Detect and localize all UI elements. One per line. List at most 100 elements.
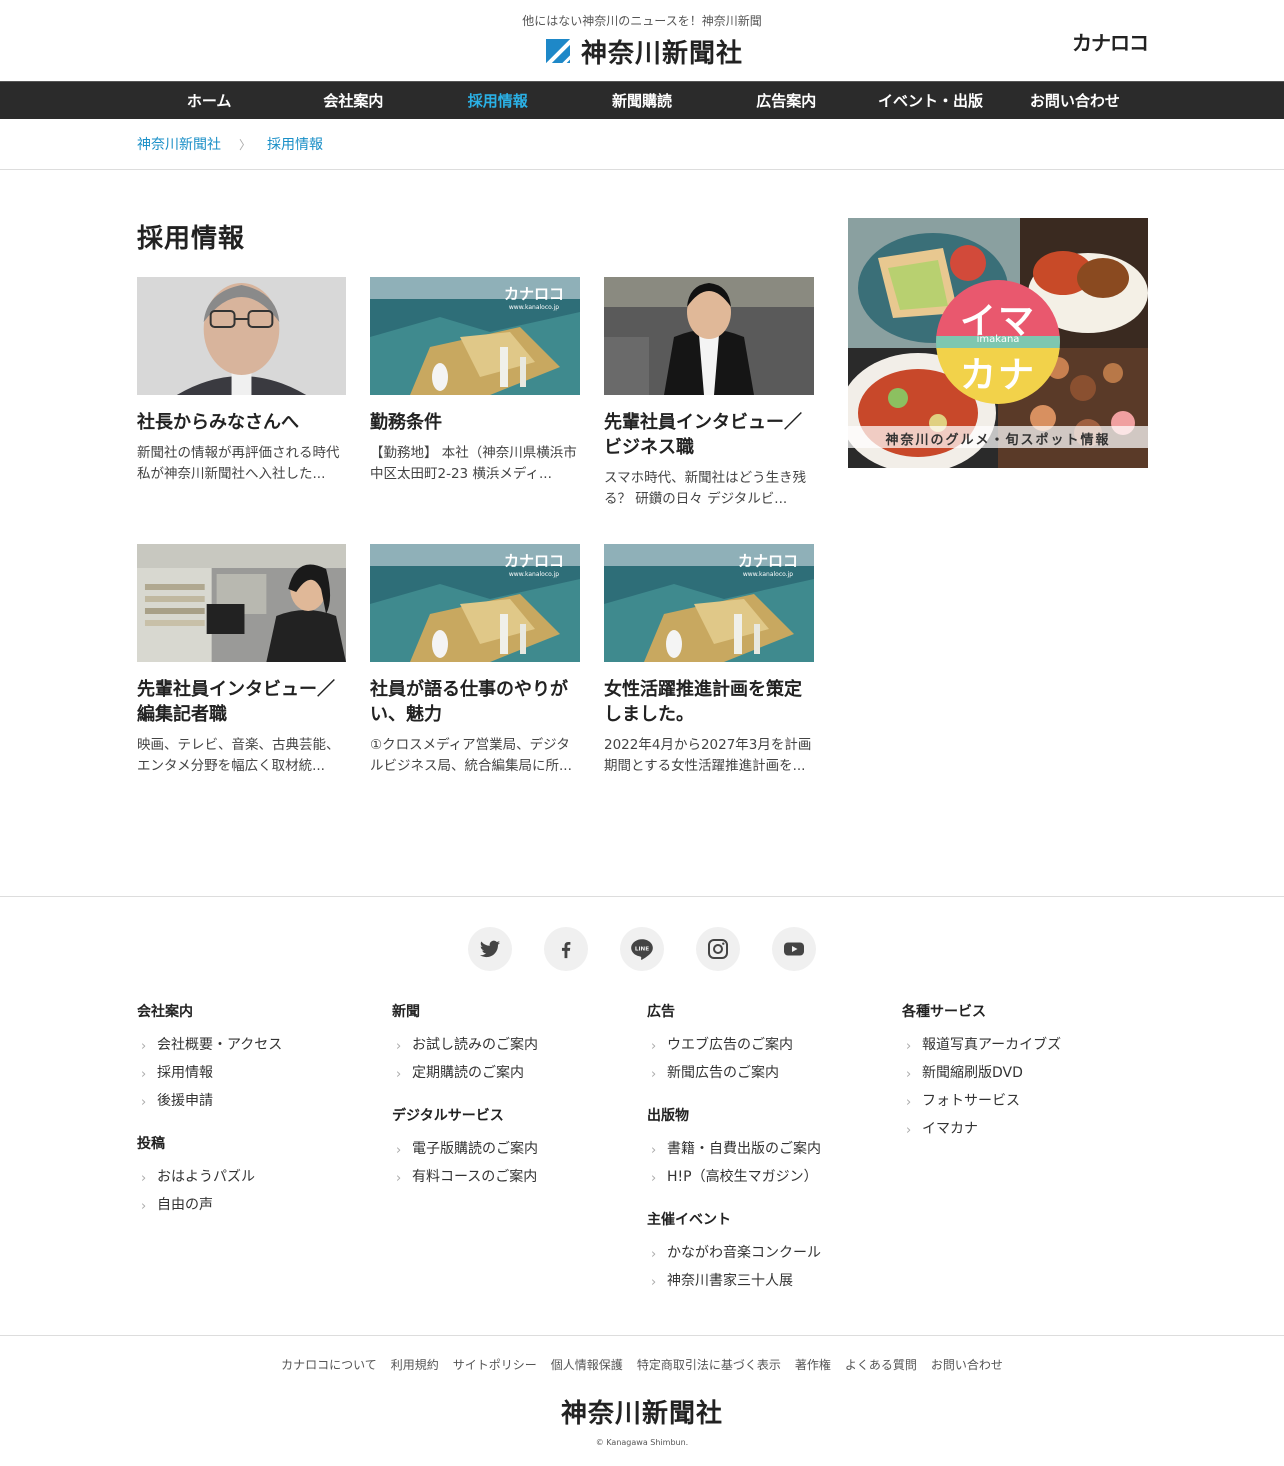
footer-link[interactable]: 書籍・自費出版のご案内 xyxy=(647,1135,902,1165)
footer-link[interactable]: 会社概要・アクセス xyxy=(137,1031,392,1061)
card-grid: 社長からみなさんへ新聞社の情報が再評価される時代 私が神奈川新聞社へ入社した..… xyxy=(137,277,814,777)
card-thumbnail: カナロコ www.kanaloco.jp xyxy=(370,544,580,662)
kanaloco-logo[interactable]: カナロコ xyxy=(1072,27,1149,56)
recruit-card[interactable]: 先輩社員インタビュー／ビジネス職 スマホ時代、新聞社はどう生き残る？ 研鑽の日々 … xyxy=(604,277,814,510)
footer-link[interactable]: 有料コースのご案内 xyxy=(392,1163,647,1193)
breadcrumb-home[interactable]: 神奈川新聞社 xyxy=(137,134,221,154)
footer-link[interactable]: 後援申請 xyxy=(137,1087,392,1117)
footer-heading: 新聞 xyxy=(392,1004,420,1020)
city-aerial-photo: カナロコwww.kanaloco.jp xyxy=(604,544,814,662)
recruit-card[interactable]: 社長からみなさんへ新聞社の情報が再評価される時代 私が神奈川新聞社へ入社した..… xyxy=(137,277,346,510)
card-title: 先輩社員インタビュー／編集記者職 xyxy=(137,679,335,725)
footer-link[interactable]: 電子版購読のご案内 xyxy=(392,1135,647,1165)
footer-bottom-link[interactable]: お問い合わせ xyxy=(931,1356,1003,1373)
footer-link[interactable]: 定期購読のご案内 xyxy=(392,1059,647,1089)
instagram-button[interactable] xyxy=(696,927,740,971)
footer-group: 投稿おはようパズル自由の声 xyxy=(137,1133,392,1221)
nav-item[interactable]: ホーム xyxy=(137,82,281,119)
president-portrait-photo xyxy=(137,277,346,395)
footer-link[interactable]: イマカナ xyxy=(902,1115,1157,1145)
footer-group: 出版物書籍・自費出版のご案内H!P（高校生マガジン） xyxy=(647,1105,902,1193)
footer-link[interactable]: 神奈川書家三十人展 xyxy=(647,1267,902,1297)
footer-link[interactable]: 新聞広告のご案内 xyxy=(647,1059,902,1089)
footer-column: 会社案内会社概要・アクセス採用情報後援申請投稿おはようパズル自由の声 xyxy=(137,1001,392,1313)
footer-heading: 広告 xyxy=(647,1004,675,1020)
card-thumbnail xyxy=(604,277,814,395)
footer-link[interactable]: フォトサービス xyxy=(902,1087,1157,1117)
footer-link[interactable]: かながわ音楽コンクール xyxy=(647,1239,902,1269)
chevron-right-icon: 〉 xyxy=(239,137,252,152)
footer-link[interactable]: 報道写真アーカイブズ xyxy=(902,1031,1157,1061)
footer-group: 会社案内会社概要・アクセス採用情報後援申請 xyxy=(137,1001,392,1117)
newsroom-photo xyxy=(137,544,346,662)
footer-link[interactable]: おはようパズル xyxy=(137,1163,392,1193)
footer-link[interactable]: お試し読みのご案内 xyxy=(392,1031,647,1061)
footer-group: 主催イベントかながわ音楽コンクール神奈川書家三十人展 xyxy=(647,1209,902,1297)
main-area: 採用情報 社長からみなさんへ 新聞社の情報が再評価される時代 私が神奈川新聞社へ入… xyxy=(0,170,1284,896)
footer-column: 各種サービス報道写真アーカイブズ新聞縮刷版DVDフォトサービスイマカナ xyxy=(902,1001,1157,1313)
city-aerial-photo: カナロコwww.kanaloco.jp xyxy=(370,277,580,395)
facebook-icon xyxy=(561,941,571,959)
site-logo[interactable]: 神奈川新聞社 xyxy=(546,37,743,69)
card-description: 2022年4月から2027年3月を計画期間とする女性活躍推進計画を... xyxy=(604,737,812,774)
imakana-banner[interactable]: イマ imakana カナ 神奈川のグルメ・旬スポット情報 xyxy=(848,218,1148,468)
line-button[interactable]: LINE xyxy=(620,927,664,971)
card-description: 新聞社の情報が再評価される時代 私が神奈川新聞社へ入社した... xyxy=(137,445,340,482)
recruit-card[interactable]: カナロコ www.kanaloco.jp 勤務条件 【勤務地】 本社（神奈川県横浜市中… xyxy=(370,277,580,510)
footer-group: 新聞お試し読みのご案内定期購読のご案内 xyxy=(392,1001,647,1089)
footer-bottom-link[interactable]: 特定商取引法に基づく表示 xyxy=(637,1356,781,1373)
card-title: 先輩社員インタビュー／ビジネス職 xyxy=(604,412,802,458)
nav-item[interactable]: イベント・出版 xyxy=(858,82,1002,119)
card-description: ①クロスメディア営業局、デジタルビジネス局、統合編集局に所... xyxy=(370,737,572,774)
thumb-url: www.kanaloco.jp xyxy=(743,571,793,578)
footer-logo[interactable]: 神奈川新聞社 xyxy=(0,1393,1284,1430)
footer-heading: 出版物 xyxy=(647,1108,689,1124)
breadcrumb-current[interactable]: 採用情報 xyxy=(267,134,323,154)
footer-bottom-link[interactable]: よくある質問 xyxy=(845,1356,917,1373)
twitter-button[interactable] xyxy=(468,927,512,971)
imakana-sub: imakana xyxy=(976,334,1020,345)
logo-text: 神奈川新聞社 xyxy=(581,38,744,69)
recruit-card[interactable]: 先輩社員インタビュー／編集記者職映画、テレビ、音楽、古典芸能、エンタメ分野を幅広… xyxy=(137,544,346,777)
instagram-icon xyxy=(708,939,728,959)
card-thumbnail: カナロコ www.kanaloco.jp xyxy=(604,544,814,662)
site-header: 他にはない神奈川のニュースを！神奈川新聞 神奈川新聞社 カナロコ xyxy=(0,0,1284,81)
thumb-watermark: カナロコ xyxy=(504,552,564,570)
footer-bottom-link[interactable]: カナロコについて xyxy=(281,1356,377,1373)
global-nav: ホーム 会社案内 採用情報 新聞購読 広告案内 イベント・出版 お問い合わせ xyxy=(0,81,1284,119)
employee-at-desk-photo xyxy=(604,277,814,395)
footer-bottom-link[interactable]: 利用規約 xyxy=(391,1356,439,1373)
nav-item[interactable]: 会社案内 xyxy=(281,82,425,119)
facebook-button[interactable] xyxy=(544,927,588,971)
card-thumbnail xyxy=(137,544,346,662)
nav-item[interactable]: 広告案内 xyxy=(714,82,858,119)
recruit-card[interactable]: カナロコ www.kanaloco.jp 女性活躍推進計画を策定しました。 2022年… xyxy=(604,544,814,777)
nav-item[interactable]: 新聞購読 xyxy=(570,82,714,119)
footer-link[interactable]: 採用情報 xyxy=(137,1059,392,1089)
footer-link[interactable]: 新聞縮刷版DVD xyxy=(902,1059,1157,1089)
card-title: 女性活躍推進計画を策定しました。 xyxy=(604,679,802,725)
footer-link[interactable]: ウエブ広告のご案内 xyxy=(647,1031,902,1061)
nav-item[interactable]: お問い合わせ xyxy=(1003,82,1147,119)
nav-item[interactable]: 採用情報 xyxy=(426,82,570,119)
youtube-button[interactable] xyxy=(772,927,816,971)
thumb-watermark: カナロコ xyxy=(738,552,798,570)
thumb-watermark: カナロコ xyxy=(504,285,564,303)
recruit-card[interactable]: カナロコ www.kanaloco.jp 社員が語る仕事のやりがい、魅力 ①クロスメデ… xyxy=(370,544,580,777)
footer-column: 広告ウエブ広告のご案内新聞広告のご案内出版物書籍・自費出版のご案内H!P（高校生… xyxy=(647,1001,902,1313)
footer-bottom: カナロコについて 利用規約 サイトポリシー 個人情報保護 特定商取引法に基づく表示 著作権… xyxy=(0,1335,1284,1465)
footer-bottom-link[interactable]: 個人情報保護 xyxy=(551,1356,623,1373)
svg-text:LINE: LINE xyxy=(635,947,649,953)
footer-bottom-link[interactable]: サイトポリシー xyxy=(453,1356,537,1373)
footer-heading: デジタルサービス xyxy=(392,1108,504,1124)
card-title: 社長からみなさんへ xyxy=(137,412,299,433)
imakana-caption: 神奈川のグルメ・旬スポット情報 xyxy=(885,433,1111,448)
card-description: 映画、テレビ、音楽、古典芸能、エンタメ分野を幅広く取材統... xyxy=(137,737,340,774)
footer-bottom-link[interactable]: 著作権 xyxy=(795,1356,831,1373)
twitter-icon xyxy=(479,940,501,958)
footer-link[interactable]: 自由の声 xyxy=(137,1191,392,1221)
thumb-url: www.kanaloco.jp xyxy=(509,304,559,311)
content: 採用情報 社長からみなさんへ 新聞社の情報が再評価される時代 私が神奈川新聞社へ入… xyxy=(137,218,814,896)
footer-link[interactable]: H!P（高校生マガジン） xyxy=(647,1163,902,1193)
footer-top: LINE 会社案内会社概要・アクセス採用情報後援申請投稿おはようパズル自由の声新… xyxy=(0,896,1284,1335)
